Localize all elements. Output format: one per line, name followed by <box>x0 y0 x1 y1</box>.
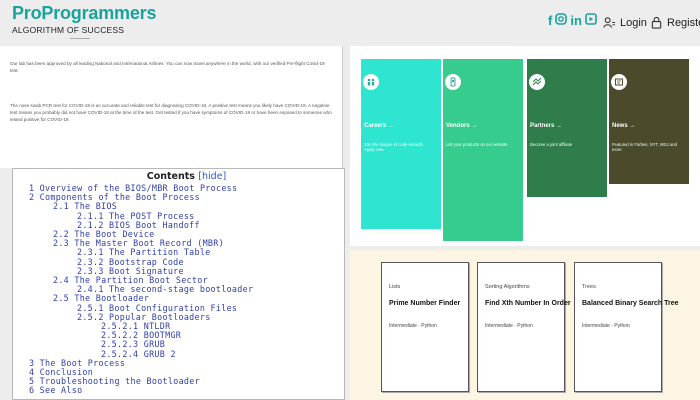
card-title: Careers → <box>364 123 395 129</box>
problem-meta: Intermediate · Python <box>582 323 630 329</box>
site-header: ProProgrammers ALGORITHM OF SUCCESS f in… <box>0 0 700 46</box>
register-link[interactable]: Register <box>650 16 700 29</box>
card-icon-circle <box>611 74 627 90</box>
toc-item[interactable]: 2.5.2.3 GRUB <box>29 340 344 349</box>
card-icon-circle <box>529 74 545 90</box>
toc-item[interactable]: 2.5.2.1 NTLDR <box>29 321 344 331</box>
partners-icon <box>532 77 542 86</box>
problem-card[interactable]: Sorting Algorithms Find Xth Number In Or… <box>477 262 571 392</box>
card-icon-circle <box>363 74 379 90</box>
problem-card[interactable]: Trees Balanced Binary Search Tree Interm… <box>574 262 679 392</box>
youtube-icon[interactable] <box>585 13 597 29</box>
linkedin-icon[interactable]: in <box>570 13 582 29</box>
card-description: List your products on our website <box>446 142 508 147</box>
table-of-contents: Contents [hide] 1 Overview of the BIOS/M… <box>12 168 345 400</box>
login-label: Login <box>620 16 647 29</box>
problem-card[interactable]: Lists Prime Number Finder Intermediate ·… <box>381 262 469 392</box>
info-paragraph: The nose swab PCR test for COVID-19 is a… <box>10 103 332 122</box>
logo-divider <box>70 38 90 39</box>
problem-meta: Intermediate · Python <box>485 323 533 329</box>
toc-title: Contents <box>146 171 195 182</box>
toc-list: 1 Overview of the BIOS/MBR Boot Process 2… <box>29 183 344 396</box>
login-link[interactable]: Login <box>603 16 647 29</box>
facebook-icon[interactable]: f <box>548 13 552 29</box>
covid-info-panel: Our lab has been approved by all leading… <box>0 46 343 168</box>
instagram-icon[interactable] <box>555 13 568 29</box>
info-cards-section: Careers → Join the league of code wizard… <box>350 46 700 246</box>
card-title: Partners → <box>530 123 563 129</box>
toc-item[interactable]: 2.5.2 Popular Bootloaders <box>29 312 344 322</box>
vendors-card[interactable]: Vendors → List your products on our webs… <box>443 59 523 241</box>
card-description: Join the league of code wizards. Apply n… <box>364 142 424 152</box>
toc-item[interactable]: 6 See Also <box>29 386 344 395</box>
card-title: Vendors → <box>446 123 478 129</box>
lock-icon <box>651 16 662 29</box>
partners-card[interactable]: Partners → Become a joint affiliate <box>527 59 607 197</box>
social-links: f in <box>548 13 597 29</box>
info-paragraph: Our lab has been approved by all leading… <box>10 61 325 73</box>
problem-meta: Intermediate · Python <box>389 323 437 329</box>
problem-category: Trees <box>582 284 596 290</box>
toc-hide-link[interactable]: [hide] <box>198 171 226 182</box>
news-card[interactable]: News → Featured in Forbes, NYT, WSJ and … <box>609 59 689 184</box>
toc-header: Contents [hide] <box>29 171 344 182</box>
page: ProProgrammers ALGORITHM OF SUCCESS f in… <box>0 0 700 400</box>
register-label: Register <box>667 16 700 29</box>
careers-card[interactable]: Careers → Join the league of code wizard… <box>361 59 441 229</box>
card-description: Featured in Forbes, NYT, WSJ and more <box>612 142 677 152</box>
problem-category: Lists <box>389 284 401 290</box>
problem-category: Sorting Algorithms <box>485 284 530 290</box>
problems-section: Lists Prime Number Finder Intermediate ·… <box>350 250 700 400</box>
user-icon <box>603 17 616 28</box>
card-title: News → <box>612 123 636 129</box>
toc-item[interactable]: 2.5.2.2 BOOTMGR <box>29 331 344 340</box>
card-description: Become a joint affiliate <box>530 142 573 147</box>
logo-subtitle: ALGORITHM OF SUCCESS <box>12 25 125 35</box>
problem-title: Prime Number Finder <box>389 300 461 307</box>
problem-title: Find Xth Number In Order <box>485 300 571 307</box>
logo-title[interactable]: ProProgrammers <box>12 3 156 24</box>
problem-title: Balanced Binary Search Tree <box>582 300 679 307</box>
vendor-icon <box>450 77 456 87</box>
card-icon-circle <box>445 74 461 90</box>
news-icon <box>615 78 623 86</box>
people-icon <box>367 78 375 86</box>
